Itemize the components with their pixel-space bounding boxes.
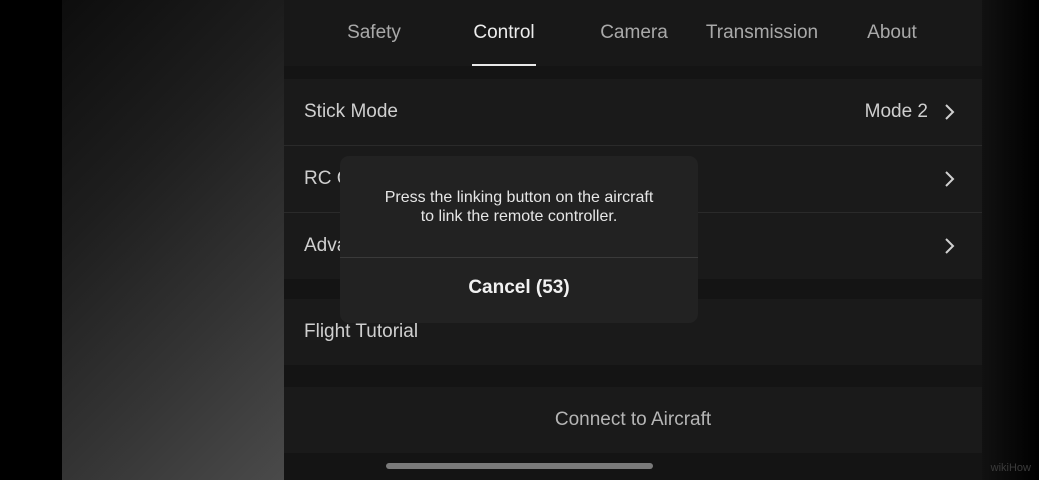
- stick-mode-label: Stick Mode: [304, 101, 398, 122]
- app-screen: Safety Control Camera Transmission About…: [0, 0, 1039, 480]
- dialog-message: Press the linking button on the aircraft…: [356, 188, 682, 226]
- tab-safety[interactable]: Safety: [314, 0, 434, 66]
- link-remote-dialog: Press the linking button on the aircraft…: [340, 156, 698, 323]
- left-background: [62, 0, 284, 480]
- dialog-message-line-2: to link the remote controller.: [420, 208, 618, 225]
- chevron-right-icon: [945, 171, 955, 187]
- cancel-button[interactable]: Cancel (53): [340, 258, 698, 323]
- stick-mode-value: Mode 2: [864, 101, 928, 122]
- tab-control[interactable]: Control: [444, 0, 564, 66]
- chevron-right-icon: [945, 104, 955, 120]
- dialog-message-line-1: Press the linking button on the aircraft: [384, 189, 654, 206]
- right-background: [980, 0, 1039, 480]
- chevron-right-icon: [945, 238, 955, 254]
- watermark: wikiHow: [990, 462, 1031, 474]
- tab-camera[interactable]: Camera: [574, 0, 694, 66]
- home-indicator[interactable]: [386, 463, 653, 469]
- tab-about[interactable]: About: [832, 0, 952, 66]
- tab-transmission[interactable]: Transmission: [692, 0, 832, 66]
- connect-to-aircraft-button[interactable]: Connect to Aircraft: [284, 387, 982, 453]
- settings-tab-bar: Safety Control Camera Transmission About: [284, 0, 982, 66]
- active-tab-indicator: [472, 64, 536, 66]
- stick-mode-row[interactable]: Stick Mode Mode 2: [284, 79, 982, 145]
